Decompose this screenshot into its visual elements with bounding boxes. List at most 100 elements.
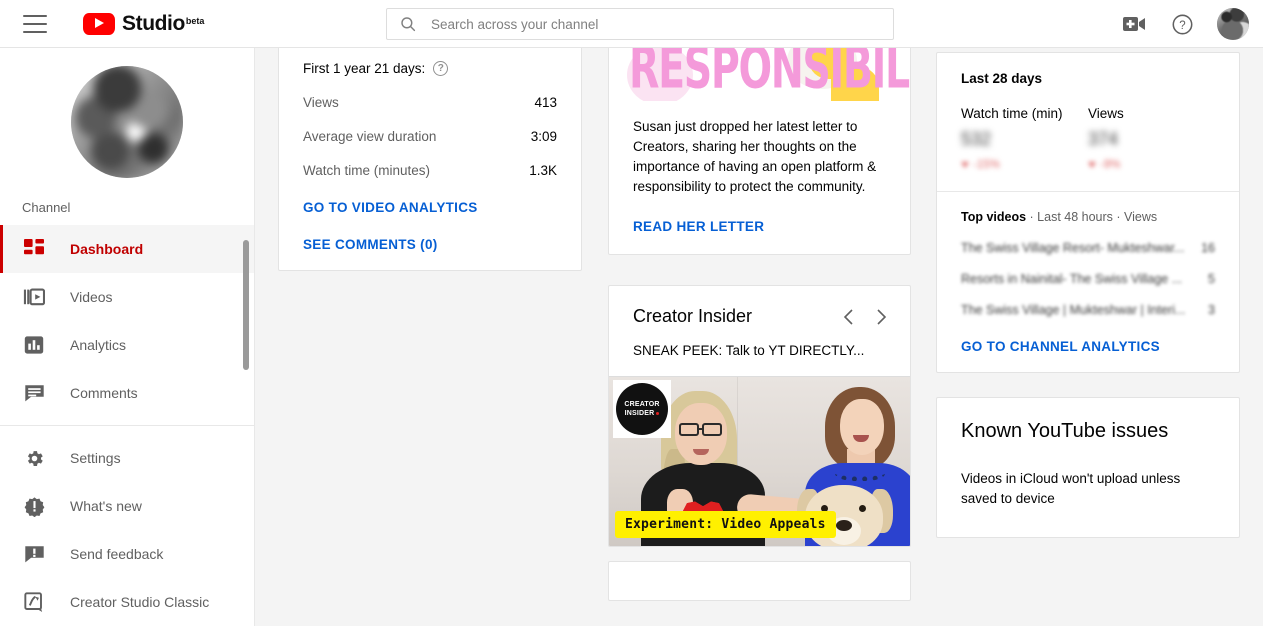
chevron-right-icon[interactable]	[874, 308, 888, 326]
top-header: Studio beta ?	[0, 0, 1263, 48]
whats-new-icon	[22, 494, 46, 518]
creator-insider-card: Creator Insider SNEAK PEEK: Talk to YT D…	[608, 285, 911, 547]
go-to-channel-analytics-link[interactable]: GO TO CHANNEL ANALYTICS	[961, 339, 1215, 354]
arrow-down-icon	[961, 162, 969, 168]
search-bar[interactable]	[386, 8, 894, 40]
sidebar-item-comments[interactable]: Comments	[0, 369, 254, 417]
known-issues-card: Known YouTube issues Videos in iCloud wo…	[936, 397, 1240, 538]
stat-row: Watch time (minutes) 1.3K	[303, 163, 557, 178]
metric-views: Views 374 -9%	[1088, 106, 1215, 171]
metric-delta: -15%	[961, 159, 1088, 171]
help-icon[interactable]: ?	[433, 61, 449, 76]
analytics-icon	[22, 333, 46, 357]
column-middle: RESPONSIBILITY Susan just dropped her la…	[608, 48, 911, 601]
go-to-video-analytics-link[interactable]: GO TO VIDEO ANALYTICS	[303, 200, 557, 215]
sidebar-item-creator-studio-classic[interactable]: Creator Studio Classic	[0, 578, 254, 626]
arrow-down-icon	[1088, 162, 1096, 168]
dashboard-content: First 1 year 21 days: ? Views 413 Averag…	[256, 48, 1263, 626]
top-video-title: The Swiss Village | Mukteshwar | Interi.…	[961, 303, 1186, 317]
brand-beta-label: beta	[185, 15, 205, 26]
sidebar-item-send-feedback[interactable]: Send feedback	[0, 530, 254, 578]
dashboard-icon	[22, 237, 46, 261]
channel-avatar[interactable]	[71, 66, 183, 178]
metric-value: 374	[1088, 129, 1119, 149]
stat-value: 3:09	[530, 129, 557, 144]
brand-title: Studio	[122, 11, 185, 35]
news-card: RESPONSIBILITY Susan just dropped her la…	[608, 48, 911, 255]
analytics-period-label: Last 28 days	[961, 71, 1043, 86]
top-video-row[interactable]: The Swiss Village Resort- Mukteshwar... …	[961, 241, 1215, 255]
svg-text:?: ?	[1179, 19, 1185, 31]
videos-icon	[22, 285, 46, 309]
metric-watch-time: Watch time (min) 532 -15%	[961, 106, 1088, 171]
sidebar-section-label: Channel	[22, 200, 71, 215]
creator-insider-title: Creator Insider	[633, 306, 753, 326]
sidebar-item-videos[interactable]: Videos	[0, 273, 254, 321]
search-icon	[399, 15, 417, 33]
sidebar-item-analytics[interactable]: Analytics	[0, 321, 254, 369]
sidebar-divider	[0, 425, 254, 426]
comments-icon	[22, 381, 46, 405]
top-video-row[interactable]: Resorts in Nainital- The Swiss Village .…	[961, 272, 1215, 286]
badge-line-2: INSIDER	[624, 410, 655, 417]
chevron-left-icon[interactable]	[842, 308, 856, 326]
sidebar-item-label: Videos	[70, 289, 113, 305]
top-videos-title: Top videos	[961, 210, 1027, 224]
known-issues-body: Videos in iCloud won't upload unless sav…	[961, 471, 1181, 506]
sidebar-item-label: Settings	[70, 450, 121, 466]
banner-word: RESPONSIBILITY	[629, 48, 910, 101]
create-video-icon[interactable]	[1121, 11, 1147, 37]
column-left: First 1 year 21 days: ? Views 413 Averag…	[278, 48, 582, 271]
news-banner-image: RESPONSIBILITY	[609, 48, 910, 101]
stat-label: Watch time (minutes)	[303, 163, 431, 178]
header-actions: ?	[1121, 0, 1249, 48]
metric-delta-text: -15%	[973, 159, 1000, 171]
hamburger-menu-icon[interactable]	[23, 14, 47, 33]
top-video-views: 16	[1201, 241, 1215, 255]
help-icon[interactable]: ?	[1169, 11, 1195, 37]
channel-block	[0, 48, 254, 178]
thumbnail-caption: Experiment: Video Appeals	[615, 511, 836, 538]
badge-line-1: CREATOR	[624, 401, 660, 408]
sidebar-scrollbar[interactable]	[243, 240, 249, 370]
top-video-row[interactable]: The Swiss Village | Mukteshwar | Interi.…	[961, 303, 1215, 317]
creator-insider-thumbnail[interactable]: CREATOR INSIDER Experiment: Video Appeal…	[609, 376, 910, 546]
top-video-views: 5	[1208, 272, 1215, 286]
latest-video-performance-card: First 1 year 21 days: ? Views 413 Averag…	[278, 48, 582, 271]
sidebar-item-label: Comments	[70, 385, 138, 401]
gear-icon	[22, 446, 46, 470]
sidebar-item-label: Send feedback	[70, 546, 164, 562]
known-issues-title: Known YouTube issues	[961, 420, 1169, 442]
stat-row: Average view duration 3:09	[303, 129, 557, 144]
sidebar-item-label: What's new	[70, 498, 142, 514]
metric-label: Views	[1088, 106, 1124, 121]
sidebar-item-dashboard[interactable]: Dashboard	[0, 225, 254, 273]
youtube-play-icon	[83, 12, 115, 35]
column-right: Last 28 days Watch time (min) 532 -15% V…	[936, 48, 1240, 538]
stat-value: 413	[534, 95, 557, 110]
metric-label: Watch time (min)	[961, 106, 1063, 121]
stat-label: Average view duration	[303, 129, 437, 144]
search-input[interactable]	[431, 16, 893, 32]
avatar[interactable]	[1217, 8, 1249, 40]
news-body-text: Susan just dropped her latest letter to …	[633, 119, 877, 194]
youtube-studio-dashboard: Studio beta ?	[0, 0, 1263, 626]
top-video-title: The Swiss Village Resort- Mukteshwar...	[961, 241, 1185, 255]
sidebar-item-whats-new[interactable]: What's new	[0, 482, 254, 530]
metric-delta-text: -9%	[1100, 159, 1121, 171]
youtube-studio-logo[interactable]: Studio beta	[83, 12, 204, 36]
stat-value: 1.3K	[529, 163, 557, 178]
top-videos-subtitle: · Last 48 hours · Views	[1026, 210, 1158, 224]
top-video-views: 3	[1208, 303, 1215, 317]
metric-value: 532	[961, 129, 992, 149]
period-row: First 1 year 21 days: ?	[303, 61, 557, 76]
feedback-icon	[22, 542, 46, 566]
top-video-title: Resorts in Nainital- The Swiss Village .…	[961, 272, 1183, 286]
creator-insider-video-title[interactable]: SNEAK PEEK: Talk to YT DIRECTLY...	[609, 327, 910, 376]
stat-label: Views	[303, 95, 339, 110]
stat-row: Views 413	[303, 95, 557, 110]
sidebar-item-label: Analytics	[70, 337, 127, 353]
sidebar-item-settings[interactable]: Settings	[0, 434, 254, 482]
see-comments-link[interactable]: SEE COMMENTS (0)	[303, 237, 557, 252]
read-her-letter-link[interactable]: READ HER LETTER	[633, 219, 886, 234]
